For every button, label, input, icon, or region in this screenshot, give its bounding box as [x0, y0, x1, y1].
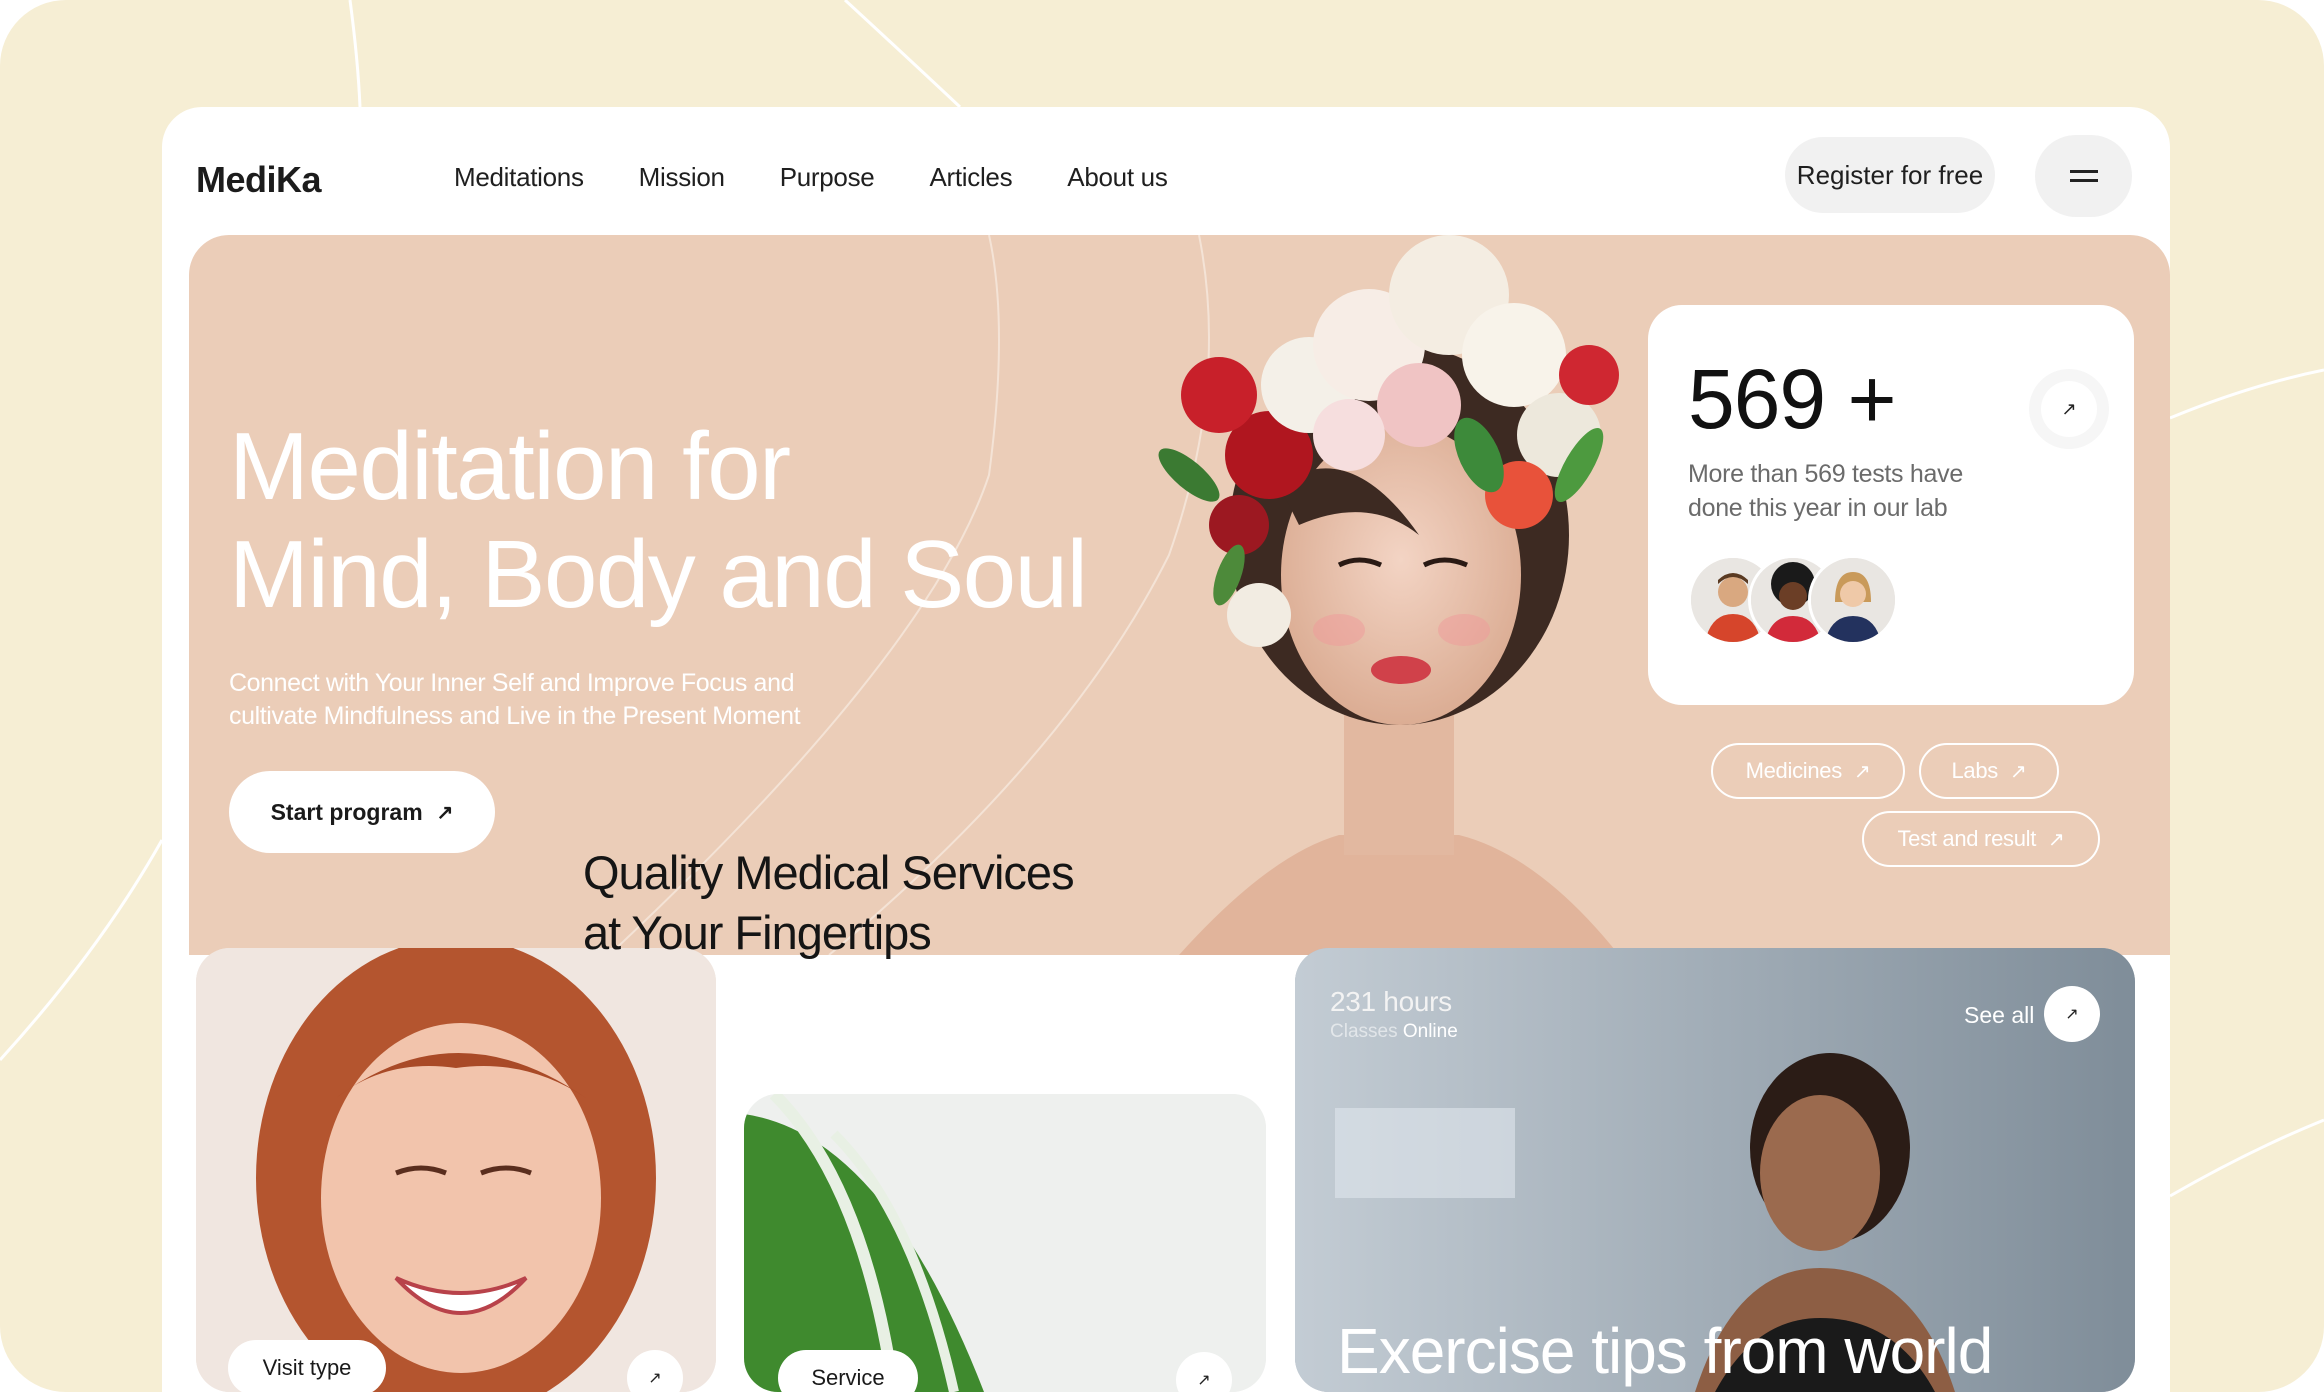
exercise-hours: 231 hours: [1330, 986, 1452, 1017]
hero-title-line-2: Mind, Body and Soul: [229, 521, 1088, 628]
see-all-button[interactable]: ↗: [2044, 986, 2100, 1042]
arrow-up-right-icon: ↗: [2048, 828, 2065, 851]
start-program-button[interactable]: Start program ↗: [229, 771, 495, 853]
arrow-up-right-icon: ↗: [2010, 760, 2027, 783]
stat-number: 569 +: [1688, 352, 1897, 446]
register-button[interactable]: Register for free: [1785, 137, 1995, 213]
service-chip[interactable]: Service: [778, 1350, 918, 1392]
tag-label: Labs: [1951, 758, 1999, 783]
arrow-up-right-icon: ↗: [436, 801, 454, 824]
tag-medicines[interactable]: Medicines ↗: [1711, 743, 1905, 799]
hamburger-menu-icon: [2069, 170, 2098, 182]
service-photo-card[interactable]: [744, 1094, 1266, 1392]
main-nav: Meditations Mission Purpose Articles Abo…: [454, 162, 1168, 193]
stat-card: 569 + ↗ More than 569 tests have done th…: [1648, 305, 2134, 705]
arrow-up-right-icon: ↗: [1197, 1372, 1211, 1389]
hero-subtitle: Connect with Your Inner Self and Improve…: [229, 667, 869, 733]
visit-type-chip[interactable]: Visit type: [228, 1340, 386, 1392]
hero-title-line-1: Meditation for: [229, 413, 791, 520]
nav-item-mission[interactable]: Mission: [639, 162, 725, 193]
hero-subtitle-line-2: cultivate Mindfulness and Live in the Pr…: [229, 702, 801, 730]
stat-description-line-2: done this year in our lab: [1688, 494, 1948, 522]
classes-label: Classes: [1330, 1021, 1398, 1042]
avatar: [1808, 555, 1898, 645]
exercise-classes: Classes Online: [1330, 1021, 1458, 1043]
tag-label: Medicines: [1745, 758, 1843, 783]
hero-title: Meditation for Mind, Body and Soul: [229, 413, 1088, 629]
tag-test-and-result[interactable]: Test and result ↗: [1862, 811, 2100, 867]
visit-photo-card[interactable]: [196, 948, 716, 1392]
arrow-up-right-icon: ↗: [1853, 760, 1871, 783]
exercise-title: Exercise tips from world: [1337, 1315, 1993, 1387]
tag-labs[interactable]: Labs ↗: [1919, 743, 2059, 799]
online-label: Online: [1402, 1021, 1458, 1042]
arrow-up-right-icon: ↗: [2065, 1006, 2079, 1023]
nav-item-articles[interactable]: Articles: [929, 162, 1012, 193]
nav-item-about-us[interactable]: About us: [1067, 162, 1168, 193]
smiling-woman-image: [196, 948, 716, 1392]
tag-label: Test and result: [1897, 826, 2037, 851]
leaf-image: [744, 1094, 1266, 1392]
nav-item-meditations[interactable]: Meditations: [454, 162, 584, 193]
stat-arrow-button[interactable]: ↗: [2029, 369, 2109, 449]
stat-description-line-1: More than 569 tests have: [1688, 460, 1963, 488]
arrow-up-right-icon: ↗: [648, 1370, 662, 1387]
arrow-up-right-icon: ↗: [2041, 381, 2097, 437]
services-title: Quality Medical Services at Your Fingert…: [583, 843, 1123, 963]
services-title-line-2: at Your Fingertips: [583, 906, 932, 959]
stat-description: More than 569 tests have done this year …: [1688, 457, 2008, 525]
see-all-link[interactable]: See all: [1964, 1002, 2034, 1029]
menu-button[interactable]: [2035, 135, 2132, 217]
hero-portrait-image: [1158, 235, 1619, 955]
nav-item-purpose[interactable]: Purpose: [780, 162, 875, 193]
hero-subtitle-line-1: Connect with Your Inner Self and Improve…: [229, 669, 795, 697]
brand-logo[interactable]: MediKa: [196, 159, 322, 201]
services-title-line-1: Quality Medical Services: [583, 846, 1075, 899]
avatar-group: [1688, 555, 1898, 645]
hero-section: Meditation for Mind, Body and Soul Conne…: [189, 235, 2170, 955]
start-program-label: Start program: [270, 798, 423, 825]
